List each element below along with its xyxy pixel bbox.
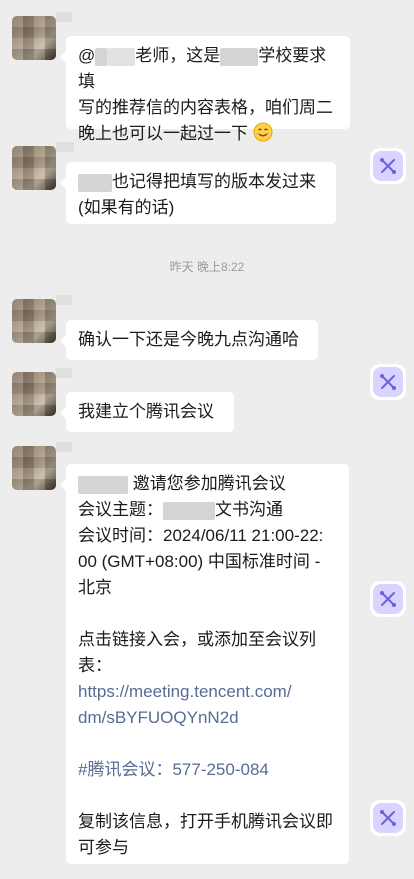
- avatar[interactable]: [12, 446, 56, 490]
- message-line: 确认一下还是今晚九点沟通哈: [78, 330, 299, 349]
- message-line: 也记得把填写的版本发过来: [78, 169, 324, 195]
- avatar[interactable]: [12, 16, 56, 60]
- avatar[interactable]: [12, 299, 56, 343]
- smile-emoji-icon: [253, 122, 273, 142]
- share-button[interactable]: [370, 148, 406, 184]
- redacted-text: [107, 47, 136, 66]
- message-line: 北京: [78, 578, 112, 597]
- message-text: 晚上也可以一起过一下: [78, 124, 248, 143]
- message-line: 邀请您参加腾讯会议: [78, 471, 337, 497]
- message-line: 00 (GMT+08:00) 中国标准时间 -: [78, 552, 321, 571]
- message-text: 文书沟通: [215, 500, 283, 519]
- meeting-link[interactable]: dm/sBYFUOQYnN2d: [78, 705, 337, 731]
- message-line: (如果有的话): [78, 198, 175, 217]
- message-text: @: [78, 46, 96, 65]
- message-line: 复制该信息，打开手机腾讯会议即: [78, 812, 333, 831]
- message-line: 会议时间：2024/06/11 21:00-22:: [78, 526, 324, 545]
- message-text: 邀请您参加腾讯会议: [132, 474, 286, 493]
- redacted-text: [78, 475, 128, 494]
- message-text: 也记得把填写的版本发过来: [112, 172, 316, 191]
- redacted-text: [163, 501, 215, 520]
- message-line: 晚上也可以一起过一下: [78, 121, 338, 147]
- message-text: 老师，这是: [135, 46, 221, 65]
- time-divider: 昨天 晚上8:22: [169, 260, 245, 274]
- redacted-text: [78, 173, 112, 192]
- share-button[interactable]: [370, 800, 406, 836]
- avatar-blur-fragment: [56, 12, 72, 22]
- share-button[interactable]: [370, 364, 406, 400]
- message-line: 我建立个腾讯会议: [78, 402, 214, 421]
- message-line: 写的推荐信的内容表格，咱们周二: [78, 98, 333, 117]
- message-bubble[interactable]: 邀请您参加腾讯会议 会议主题： 文书沟通 会议时间：2024/06/11 21:0…: [60, 464, 349, 864]
- avatar-blur-fragment: [56, 442, 72, 452]
- message-line: 会议主题： 文书沟通: [78, 497, 337, 523]
- share-app-icon: [380, 158, 396, 174]
- redacted-text: [95, 47, 108, 66]
- meeting-link[interactable]: https://meeting.tencent.com/: [78, 679, 337, 705]
- message-text: 会议主题：: [78, 500, 163, 519]
- message-line: 可参与: [78, 838, 129, 857]
- share-app-icon: [380, 810, 396, 826]
- message-bubble[interactable]: 也记得把填写的版本发过来 (如果有的话): [60, 162, 336, 224]
- message-line: 点击链接入会，或添加至会议列: [78, 630, 316, 649]
- avatar[interactable]: [12, 372, 56, 416]
- avatar-blur-fragment: [56, 295, 72, 305]
- share-app-icon: [380, 374, 396, 390]
- avatar-blur-fragment: [56, 142, 74, 152]
- redacted-text: [220, 47, 259, 66]
- meeting-id-link[interactable]: #腾讯会议：577-250-084: [78, 757, 337, 783]
- message-bubble[interactable]: @ 老师，这是 学校要求填 写的推荐信的内容表格，咱们周二 晚上也可以一起过一下: [60, 36, 350, 143]
- avatar-blur-fragment: [56, 368, 72, 378]
- share-app-icon: [380, 591, 396, 607]
- message-bubble[interactable]: 我建立个腾讯会议: [60, 392, 234, 432]
- message-line: @ 老师，这是 学校要求填: [78, 43, 338, 95]
- share-button[interactable]: [370, 581, 406, 617]
- message-bubble[interactable]: 确认一下还是今晚九点沟通哈: [60, 320, 318, 360]
- avatar[interactable]: [12, 146, 56, 190]
- message-line: 表：: [78, 656, 112, 675]
